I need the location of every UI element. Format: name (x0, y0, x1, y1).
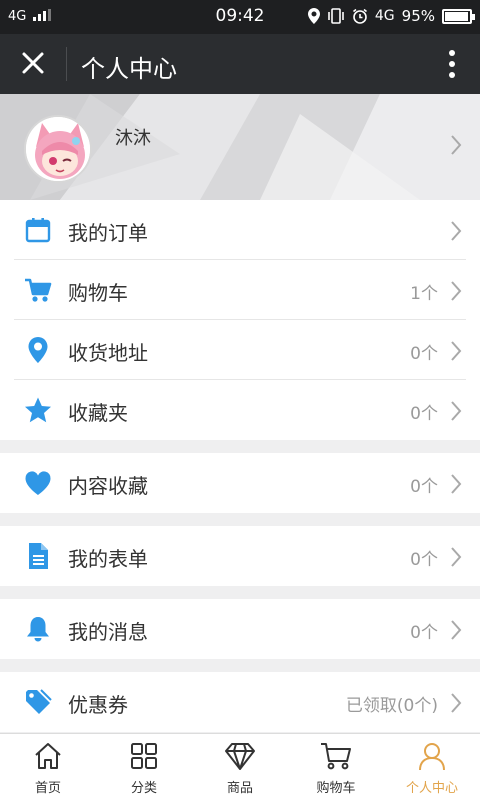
chevron-right-icon (451, 620, 462, 640)
tab-label: 商品 (226, 781, 253, 796)
tab-label: 首页 (34, 781, 61, 796)
profile-header[interactable]: 沐沐 (0, 94, 480, 200)
menu-item-address[interactable]: 收货地址 0个 (0, 320, 480, 380)
menu-label: 内容收藏 (68, 474, 148, 498)
menu-item-orders[interactable]: 我的订单 (0, 200, 480, 260)
menu-count: 0个 (410, 344, 438, 364)
title-bar: 个人中心 (0, 34, 480, 94)
avatar[interactable] (24, 115, 92, 183)
title-divider (66, 47, 67, 81)
status-right: 4G 95% (307, 7, 475, 25)
menu-label: 优惠券 (68, 693, 128, 717)
chevron-right-icon (451, 341, 462, 361)
bell-icon (27, 617, 49, 642)
menu-item-favorites[interactable]: 收藏夹 0个 (0, 380, 480, 440)
menu-item-content-favorites[interactable]: 内容收藏 0个 (0, 453, 480, 513)
tab-products[interactable]: 商品 (192, 734, 288, 800)
chevron-right-icon (451, 547, 462, 567)
close-icon[interactable] (18, 48, 48, 78)
chevron-right-icon (451, 221, 462, 241)
battery-fill (445, 11, 468, 21)
vibrate-icon (328, 8, 344, 24)
menu-item-coupons[interactable]: 优惠券 已领取(0个) (0, 672, 480, 732)
menu-label: 收藏夹 (68, 401, 128, 425)
username: 沐沐 (115, 128, 151, 149)
alarm-icon (352, 8, 367, 24)
menu-label: 购物车 (68, 281, 128, 305)
chevron-right-icon (451, 281, 462, 301)
tab-profile[interactable]: 个人中心 (384, 734, 480, 800)
tab-label: 分类 (130, 781, 157, 796)
menu-label: 我的表单 (68, 547, 148, 571)
battery-percent: 95% (401, 7, 435, 25)
chevron-right-icon (451, 693, 462, 713)
menu-label: 收货地址 (68, 341, 148, 365)
document-icon (29, 543, 48, 569)
menu-count: 0个 (410, 550, 438, 570)
chevron-right-icon (451, 135, 462, 155)
location-status-icon (307, 8, 320, 24)
tab-cart[interactable]: 购物车 (288, 734, 384, 800)
location-pin-icon (28, 337, 48, 363)
cart-icon (25, 278, 52, 302)
bottom-navigation: 首页 分类 商品 购物车 个人中心 (0, 733, 480, 800)
tab-category[interactable]: 分类 (96, 734, 192, 800)
diamond-icon (225, 743, 255, 770)
menu-count: 1个 (410, 284, 438, 304)
home-icon (35, 743, 61, 769)
menu-item-forms[interactable]: 我的表单 0个 (0, 526, 480, 586)
category-icon (131, 743, 157, 769)
tag-icon (26, 689, 52, 714)
menu-count: 已领取(0个) (345, 696, 438, 716)
battery-icon (442, 8, 475, 24)
cart-icon (321, 743, 351, 770)
menu-item-messages[interactable]: 我的消息 0个 (0, 599, 480, 659)
data-network-indicator: 4G (374, 8, 395, 24)
menu-item-cart[interactable]: 购物车 1个 (0, 260, 480, 320)
page-title: 个人中心 (81, 55, 177, 83)
chevron-right-icon (451, 474, 462, 494)
more-vertical-icon[interactable] (444, 48, 460, 80)
tab-home[interactable]: 首页 (0, 734, 96, 800)
tab-label: 个人中心 (405, 781, 458, 796)
menu-label: 我的订单 (68, 221, 148, 245)
chevron-right-icon (451, 401, 462, 421)
status-bar: 4G 09:42 4G 95% (0, 0, 480, 34)
star-icon (25, 397, 51, 423)
tab-label: 购物车 (316, 781, 356, 796)
menu-label: 我的消息 (68, 620, 148, 644)
person-icon (419, 743, 445, 771)
calendar-icon (25, 218, 51, 243)
menu-count: 0个 (410, 477, 438, 497)
menu-count: 0个 (410, 623, 438, 643)
menu-count: 0个 (410, 404, 438, 424)
heart-icon (25, 471, 51, 495)
